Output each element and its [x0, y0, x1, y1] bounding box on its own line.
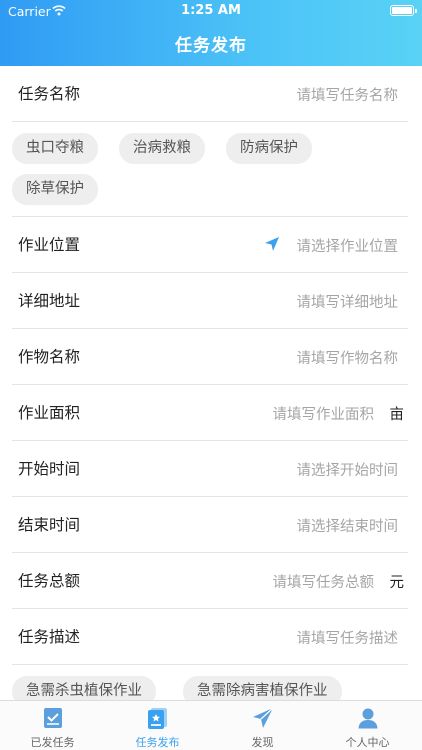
tab-label: 发现: [251, 736, 274, 749]
profile-icon: [358, 708, 378, 729]
crop-input[interactable]: 请填写作物名称: [297, 347, 399, 368]
tab-discover[interactable]: 发现: [210, 701, 315, 750]
description-row[interactable]: 任务描述 请填写任务描述: [12, 609, 408, 665]
amount-input[interactable]: 请填写任务总额: [273, 571, 375, 592]
tag-chip[interactable]: 防病保护: [226, 133, 312, 164]
area-unit: 亩: [389, 407, 405, 423]
amount-row[interactable]: 任务总额 请填写任务总额 元: [12, 553, 408, 609]
tab-profile[interactable]: 个人中心: [315, 701, 420, 750]
tag-chip[interactable]: 除草保护: [12, 174, 98, 205]
status-time: 1:25 AM: [181, 3, 241, 18]
address-row[interactable]: 详细地址 请填写详细地址: [12, 273, 408, 329]
end-time-input[interactable]: 请选择结束时间: [297, 515, 399, 536]
crop-label: 作物名称: [18, 348, 81, 366]
area-row[interactable]: 作业面积 请填写作业面积 亩: [12, 385, 408, 441]
header: Carrier 1:25 AM 任务发布: [0, 0, 422, 66]
published-tasks-icon: [44, 708, 62, 728]
end-time-label: 结束时间: [18, 516, 81, 534]
location-arrow-icon: [265, 237, 279, 251]
tab-publish-task[interactable]: 任务发布: [105, 701, 210, 750]
battery-icon: [390, 5, 417, 16]
tab-published-tasks[interactable]: 已发任务: [0, 701, 105, 750]
location-input[interactable]: 请选择作业位置: [297, 235, 399, 256]
description-label: 任务描述: [18, 628, 81, 646]
start-time-label: 开始时间: [18, 460, 81, 478]
task-name-label: 任务名称: [18, 85, 81, 103]
description-input[interactable]: 请填写任务描述: [297, 627, 399, 648]
location-label: 作业位置: [18, 236, 81, 254]
address-label: 详细地址: [18, 292, 81, 310]
crop-row[interactable]: 作物名称 请填写作物名称: [12, 329, 408, 385]
amount-label: 任务总额: [18, 572, 81, 590]
status-bar: Carrier 1:25 AM: [0, 0, 422, 22]
end-time-row[interactable]: 结束时间 请选择结束时间: [12, 497, 408, 553]
task-name-input[interactable]: 请填写任务名称: [297, 84, 399, 105]
tab-label: 已发任务: [30, 736, 75, 749]
tag-chip[interactable]: 治病救粮: [119, 133, 205, 164]
start-time-input[interactable]: 请选择开始时间: [297, 459, 399, 480]
page-title: 任务发布: [175, 36, 247, 56]
area-input[interactable]: 请填写作业面积: [273, 403, 375, 424]
start-time-row[interactable]: 开始时间 请选择开始时间: [12, 441, 408, 497]
tab-bar: 已发任务 任务发布 发现 个人中心: [0, 700, 422, 750]
tab-label: 任务发布: [135, 736, 180, 749]
location-row[interactable]: 作业位置 请选择作业位置: [12, 217, 408, 273]
tab-label: 个人中心: [345, 736, 390, 749]
address-input[interactable]: 请填写详细地址: [297, 291, 399, 312]
discover-icon: [253, 707, 274, 728]
tag-chip[interactable]: 虫口夺粮: [12, 133, 98, 164]
amount-unit: 元: [389, 575, 405, 591]
area-label: 作业面积: [18, 404, 81, 422]
task-name-row[interactable]: 任务名称 请填写任务名称: [12, 66, 408, 122]
publish-task-icon: [148, 708, 167, 729]
